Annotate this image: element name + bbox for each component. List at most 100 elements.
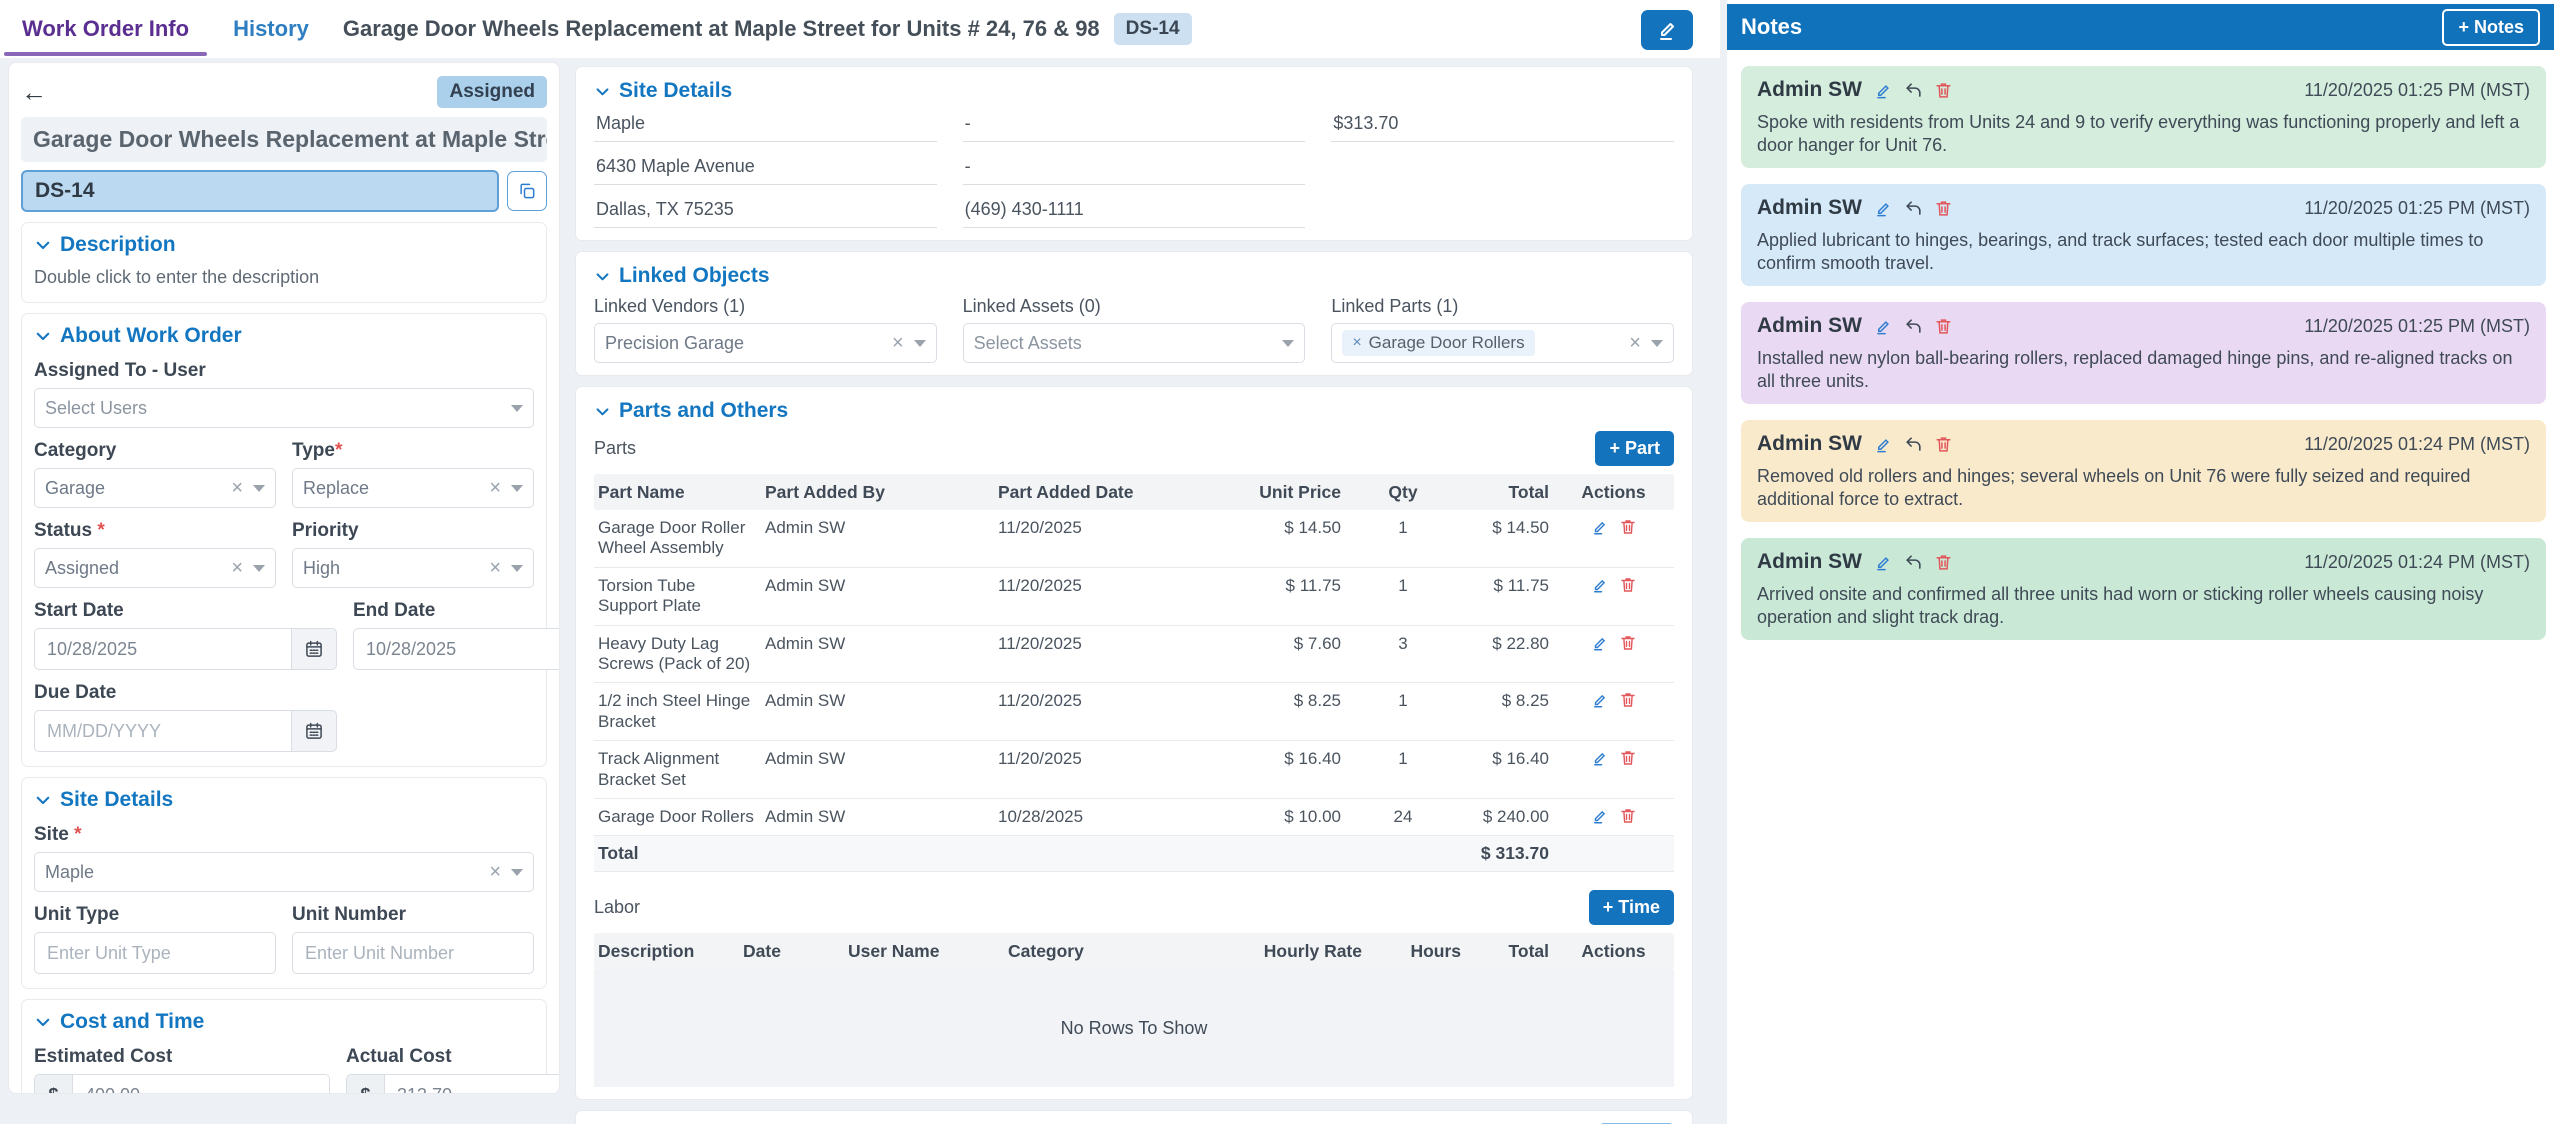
priority-select[interactable]: High × <box>292 548 534 588</box>
table-row: Heavy Duty Lag Screws (Pack of 20) Admin… <box>594 626 1674 684</box>
add-part-button[interactable]: + Part <box>1595 431 1674 466</box>
chip-close-icon[interactable]: × <box>1352 334 1361 352</box>
clear-icon[interactable]: × <box>231 558 243 578</box>
status-value: Assigned <box>45 558 231 579</box>
description-section: Description Double click to enter the de… <box>21 222 547 303</box>
delete-part-button[interactable] <box>1619 807 1637 825</box>
cost-and-time-section-header[interactable]: Cost and Time <box>34 1010 534 1034</box>
chevron-down-icon <box>1651 340 1663 347</box>
copy-id-button[interactable] <box>507 171 547 211</box>
about-section-header[interactable]: About Work Order <box>34 324 534 348</box>
site-details-card-header[interactable]: Site Details <box>594 79 1674 103</box>
actual-cost-input[interactable] <box>385 1075 560 1094</box>
topbar: Work Order Info History Garage Door Whee… <box>0 0 1720 58</box>
clear-icon[interactable]: × <box>1629 333 1641 353</box>
edit-work-order-button[interactable] <box>1641 10 1693 50</box>
linked-objects-header[interactable]: Linked Objects <box>594 264 1674 288</box>
due-date-input[interactable] <box>34 710 291 752</box>
status-select[interactable]: Assigned × <box>34 548 276 588</box>
edit-note-button[interactable] <box>1874 553 1893 572</box>
edit-note-button[interactable] <box>1874 435 1893 454</box>
delete-note-button[interactable] <box>1934 199 1953 218</box>
chevron-down-icon <box>34 791 52 809</box>
type-label: Type* <box>292 440 534 462</box>
linked-objects-label: Linked Objects <box>619 264 770 288</box>
reply-note-button[interactable] <box>1904 553 1923 572</box>
edit-part-button[interactable] <box>1591 576 1609 594</box>
clear-icon[interactable]: × <box>231 478 243 498</box>
unit-type-input[interactable] <box>34 932 276 974</box>
clear-icon[interactable]: × <box>892 333 904 353</box>
chevron-down-icon <box>594 403 611 420</box>
site-details-section-header[interactable]: Site Details <box>34 788 534 812</box>
note-timestamp: 11/20/2025 01:25 PM (MST) <box>2304 316 2530 337</box>
delete-part-button[interactable] <box>1619 749 1637 767</box>
clear-icon[interactable]: × <box>489 478 501 498</box>
linked-vendors-select[interactable]: Precision Garage × <box>594 323 937 363</box>
delete-note-button[interactable] <box>1934 317 1953 336</box>
linked-assets-select[interactable]: Select Assets <box>963 323 1306 363</box>
work-order-name-field[interactable]: Garage Door Wheels Replacement at Maple … <box>21 117 547 162</box>
cost-and-time-section: Cost and Time Estimated Cost $ Actual Co… <box>21 999 547 1094</box>
start-date-calendar-button[interactable] <box>291 628 337 670</box>
delete-part-button[interactable] <box>1619 691 1637 709</box>
edit-note-button[interactable] <box>1874 317 1893 336</box>
reply-note-button[interactable] <box>1904 435 1923 454</box>
add-notes-button[interactable]: + Notes <box>2442 9 2540 46</box>
site-empty-value <box>1331 154 1674 185</box>
unit-number-input[interactable] <box>292 932 534 974</box>
currency-prefix: $ <box>347 1075 385 1094</box>
type-select[interactable]: Replace × <box>292 468 534 508</box>
end-date-input[interactable] <box>353 628 560 670</box>
edit-part-button[interactable] <box>1591 691 1609 709</box>
edit-note-button[interactable] <box>1874 81 1893 100</box>
description-section-header[interactable]: Description <box>34 233 534 257</box>
reply-note-button[interactable] <box>1904 199 1923 218</box>
tab-history[interactable]: History <box>211 0 331 58</box>
linked-parts-select[interactable]: × Garage Door Rollers × <box>1331 323 1674 363</box>
assigned-to-label: Assigned To - User <box>34 360 534 382</box>
reply-note-button[interactable] <box>1904 317 1923 336</box>
note-author: Admin SW <box>1757 314 1862 338</box>
edit-part-button[interactable] <box>1591 749 1609 767</box>
linked-assets-placeholder: Select Assets <box>974 333 1283 354</box>
col-hourly-rate: Hourly Rate <box>1244 941 1366 962</box>
parts-and-others-header[interactable]: Parts and Others <box>594 399 1674 423</box>
note-timestamp: 11/20/2025 01:24 PM (MST) <box>2304 552 2530 573</box>
description-placeholder[interactable]: Double click to enter the description <box>34 267 534 288</box>
linked-part-chip-label: Garage Door Rollers <box>1369 333 1525 353</box>
linked-assets-label: Linked Assets (0) <box>963 296 1306 317</box>
delete-note-button[interactable] <box>1934 553 1953 572</box>
tab-work-order-info[interactable]: Work Order Info <box>0 0 211 58</box>
delete-part-button[interactable] <box>1619 518 1637 536</box>
start-date-input[interactable] <box>34 628 291 670</box>
work-order-app: Work Order Info History Garage Door Whee… <box>0 0 2560 1124</box>
unit-type-label: Unit Type <box>34 904 276 926</box>
edit-note-button[interactable] <box>1874 199 1893 218</box>
estimated-cost-input[interactable] <box>73 1075 329 1094</box>
edit-part-button[interactable] <box>1591 807 1609 825</box>
note-author: Admin SW <box>1757 196 1862 220</box>
clear-icon[interactable]: × <box>489 862 501 882</box>
reply-note-button[interactable] <box>1904 81 1923 100</box>
delete-note-button[interactable] <box>1934 435 1953 454</box>
delete-note-button[interactable] <box>1934 81 1953 100</box>
due-date-calendar-button[interactable] <box>291 710 337 752</box>
note-text: Spoke with residents from Units 24 and 9… <box>1757 111 2530 156</box>
category-value: Garage <box>45 478 231 499</box>
delete-part-button[interactable] <box>1619 576 1637 594</box>
back-button[interactable]: ← <box>21 79 47 105</box>
col-qty: Qty <box>1345 482 1461 503</box>
assigned-to-select[interactable]: Select Users <box>34 388 534 428</box>
add-time-button[interactable]: + Time <box>1589 890 1674 925</box>
tab-work-order-info-label: Work Order Info <box>22 16 189 42</box>
category-select[interactable]: Garage × <box>34 468 276 508</box>
clear-icon[interactable]: × <box>489 558 501 578</box>
delete-part-button[interactable] <box>1619 634 1637 652</box>
work-order-id-input[interactable] <box>21 170 499 212</box>
site-cost-value: $313.70 <box>1331 111 1674 142</box>
edit-part-button[interactable] <box>1591 518 1609 536</box>
edit-part-button[interactable] <box>1591 634 1609 652</box>
site-select[interactable]: Maple × <box>34 852 534 892</box>
start-date-label: Start Date <box>34 600 337 622</box>
